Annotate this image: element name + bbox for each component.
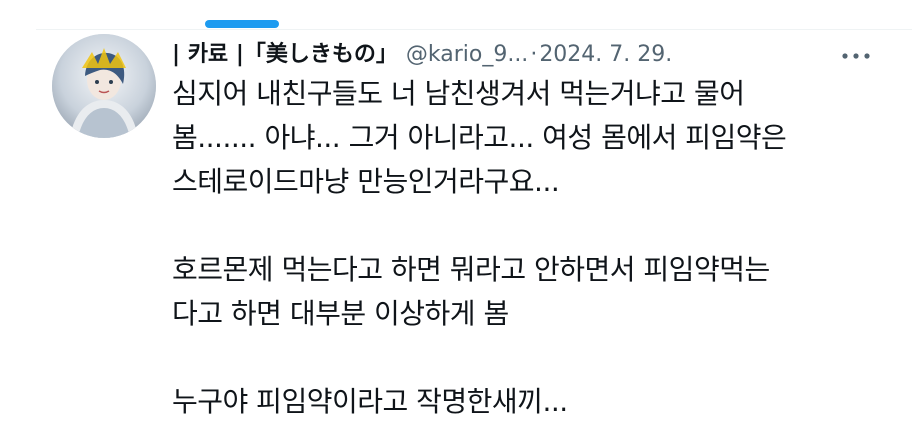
profile-avatar-icon[interactable]: [52, 34, 156, 138]
tweet-card[interactable]: | 카료 |「美しきもの」 @kario_9... · 2024. 7. 29.…: [52, 30, 912, 438]
tweet-line: 봄....... 아냐... 그거 아니라고... 여성 몸에서 피임약은: [172, 121, 787, 154]
tweet-line: 심지어 내친구들도 너 남친생겨서 먹는거냐고 물어: [172, 77, 745, 110]
tweet-line: 다고 하면 대부분 이상하게 봄: [172, 297, 509, 330]
tweet-line: 호르몬제 먹는다고 하면 뭐라고 안하면서 피임약먹는: [172, 253, 770, 286]
more-horizontal-icon[interactable]: [836, 44, 876, 68]
active-tab-indicator: [205, 20, 279, 28]
separator-dot: ·: [530, 42, 538, 67]
tweet-header: | 카료 |「美しきもの」 @kario_9... · 2024. 7. 29.: [172, 38, 862, 72]
tweet-line: 누구야 피임약이라고 작명한새끼...: [172, 385, 568, 418]
tweet-text: 심지어 내친구들도 너 남친생겨서 먹는거냐고 물어 봄....... 아냐..…: [172, 72, 892, 424]
tweet-line: 스테로이드마냥 만능인거라구요...: [172, 165, 560, 198]
display-name[interactable]: | 카료 |「美しきもの」: [172, 38, 398, 72]
tweet-date[interactable]: 2024. 7. 29.: [539, 38, 672, 72]
user-handle[interactable]: @kario_9...: [406, 38, 528, 72]
